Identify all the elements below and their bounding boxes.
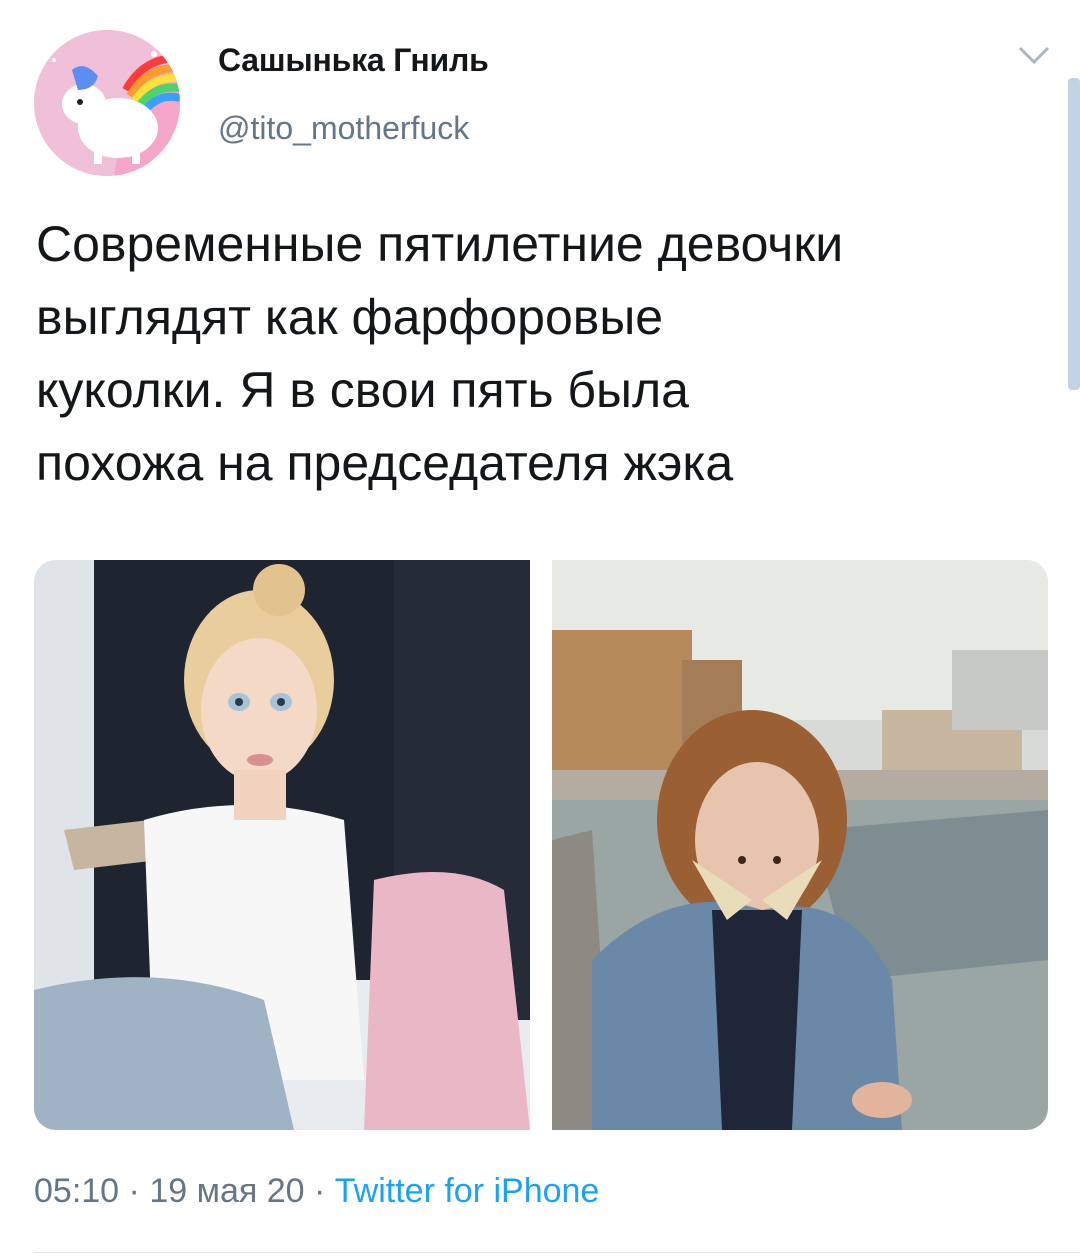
tweet-source-link[interactable]: Twitter for iPhone [335,1172,600,1210]
author-name[interactable]: Сашынька Гниль [218,42,489,79]
tweet-text: Современные пятилетние девочки выглядят … [36,216,844,491]
photo-vintage-child [552,560,1048,1130]
author-handle[interactable]: @tito_motherfuck [218,110,469,147]
separator: · [304,1172,335,1210]
tweet-meta: 05:10 · 19 мая 20 · Twitter for iPhone [34,1172,599,1211]
divider [34,1252,1080,1253]
unicorn-avatar-image [34,30,180,176]
tweet-photo-1[interactable] [34,560,530,1130]
avatar[interactable] [34,30,180,176]
tweet-photo-2[interactable] [552,560,1048,1130]
scrollbar[interactable] [1068,78,1080,390]
separator: · [119,1172,150,1210]
chevron-down-icon[interactable] [1014,40,1054,70]
tweet-date: 19 мая 20 [149,1172,305,1210]
tweet-time: 05:10 [34,1172,120,1210]
photo-modern-girl [34,560,530,1130]
